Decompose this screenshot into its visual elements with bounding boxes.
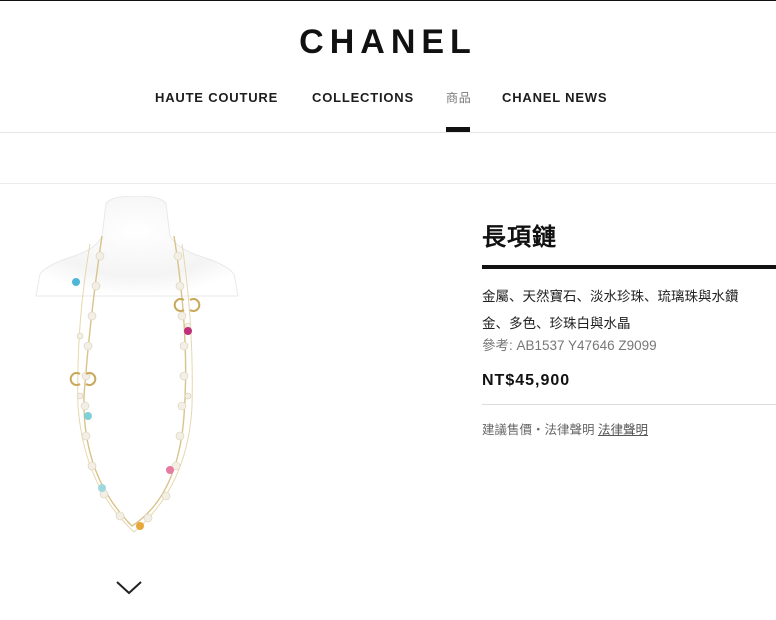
nav-item-chanel-news[interactable]: CHANEL NEWS [502,89,607,107]
title-divider [482,265,776,269]
legal-notice-link[interactable]: 法律聲明 [598,423,648,437]
site-header: CHANEL HAUTE COUTURE COLLECTIONS 商品 CHAN… [0,0,776,133]
price-divider [482,404,776,405]
nav-item-haute-couture[interactable]: HAUTE COUTURE [155,89,278,107]
legal-notice: 建議售價・法律聲明 法律聲明 [482,420,648,440]
legal-prefix: 建議售價・法律聲明 [482,423,595,437]
active-nav-indicator [446,127,470,132]
product-title: 長項鏈 [482,224,557,251]
sub-navigation-bar [0,133,776,184]
description-line-1: 金屬、天然寶石、淡水珍珠、琉璃珠與水鑽 [482,289,739,304]
product-reference: 參考: AB1537 Y47646 Z9099 [482,338,657,353]
product-description: 金屬、天然寶石、淡水珍珠、琉璃珠與水鑽 金、多色、珍珠白與水晶 [482,283,776,337]
description-line-2: 金、多色、珍珠白與水晶 [482,316,631,331]
nav-item-products[interactable]: 商品 [446,89,472,107]
scroll-down-chevron-icon[interactable] [114,576,144,598]
product-price: NT$45,900 [482,372,571,389]
nav-item-collections[interactable]: COLLECTIONS [312,89,414,107]
product-info: 長項鏈 金屬、天然寶石、淡水珍珠、琉璃珠與水鑽 金、多色、珍珠白與水晶 參考: … [482,220,776,437]
necklace-image-icon [35,195,239,533]
main-nav: HAUTE COUTURE COLLECTIONS 商品 CHANEL NEWS [0,89,776,133]
product-image[interactable] [28,195,248,546]
chanel-logo[interactable]: CHANEL [0,22,776,62]
